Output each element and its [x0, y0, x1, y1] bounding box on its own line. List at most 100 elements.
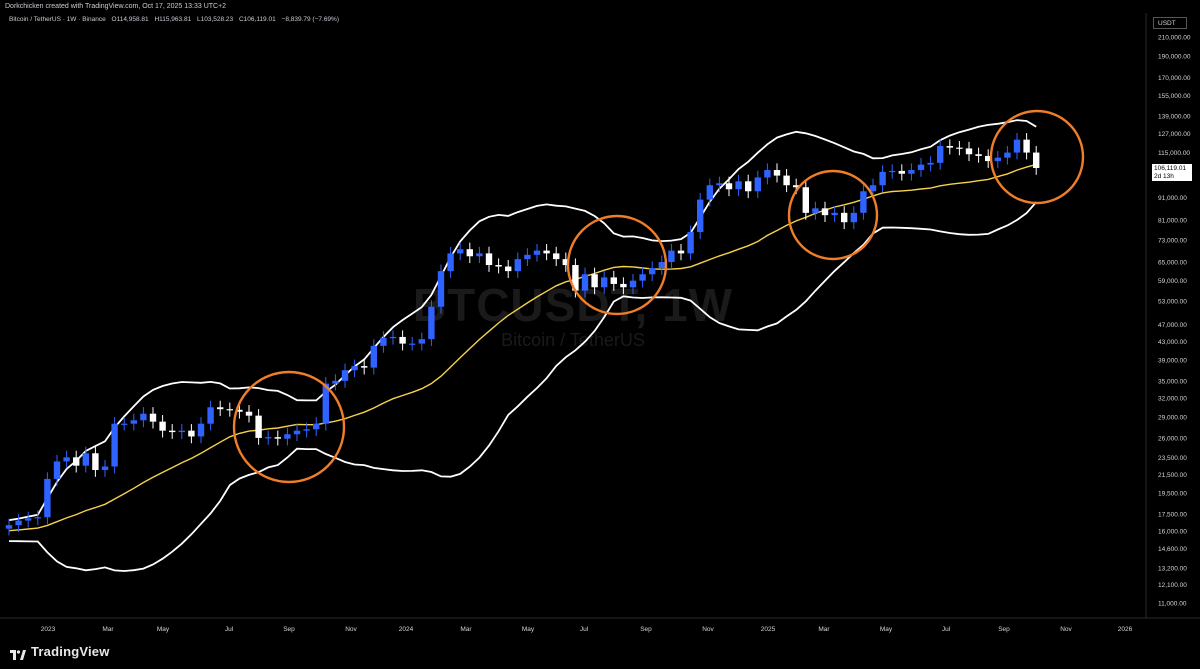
x-tick-label: Jul: [580, 626, 589, 633]
y-tick-label: 17,500.00: [1158, 511, 1187, 518]
candle-body: [370, 345, 377, 368]
y-tick-label: 29,000.00: [1158, 414, 1187, 421]
candle-body: [668, 250, 675, 263]
candle-body: [994, 157, 1001, 162]
x-tick-label: Sep: [640, 626, 652, 633]
x-tick-label: 2025: [761, 626, 776, 633]
candle-body: [485, 253, 493, 266]
candle-body: [207, 407, 214, 424]
candle-body: [841, 212, 848, 223]
candle-body: [533, 250, 541, 255]
x-tick-label: Nov: [1060, 626, 1072, 633]
candle-body: [591, 274, 598, 288]
candle-body: [764, 170, 771, 178]
candle-body: [917, 164, 925, 171]
candle-body: [457, 249, 464, 254]
candle-body: [706, 185, 713, 200]
candle-body: [92, 453, 99, 470]
candle-body: [25, 518, 32, 521]
candle-body: [361, 366, 368, 368]
candle-body: [620, 283, 627, 288]
candle-body: [639, 274, 646, 281]
candle-body: [879, 171, 886, 186]
candle-body: [629, 280, 637, 288]
y-tick-label: 26,000.00: [1158, 435, 1187, 442]
x-tick-label: Mar: [460, 626, 472, 633]
y-tick-label: 11,000.00: [1158, 601, 1187, 608]
y-tick-label: 127,000.00: [1158, 131, 1191, 138]
y-tick-label: 59,000.00: [1158, 278, 1187, 285]
x-tick-label: 2024: [399, 626, 414, 633]
y-tick-label: 91,000.00: [1158, 195, 1187, 202]
currency-label[interactable]: USDT: [1153, 17, 1187, 29]
y-tick-label: 65,000.00: [1158, 260, 1187, 267]
candle-body: [773, 170, 781, 176]
x-tick-label: Mar: [102, 626, 114, 633]
candle-body: [332, 380, 339, 384]
candle-body: [649, 268, 656, 275]
candle-body: [111, 423, 118, 467]
candle-body: [783, 175, 790, 186]
y-tick-label: 53,000.00: [1158, 299, 1187, 306]
candle-body: [284, 434, 291, 439]
candle-body: [73, 457, 80, 466]
x-tick-label: May: [880, 626, 893, 633]
candle-body: [169, 430, 176, 433]
y-tick-label: 81,000.00: [1158, 217, 1187, 224]
x-tick-label: 2023: [41, 626, 56, 633]
candle-body: [399, 336, 406, 344]
bar-countdown: 2d 13h: [1154, 173, 1174, 180]
tradingview-logo[interactable]: TradingView: [10, 644, 110, 660]
candle-body: [514, 259, 521, 272]
x-tick-label: Jul: [225, 626, 234, 633]
candle-body: [1033, 152, 1040, 168]
candle-body: [255, 415, 262, 438]
candle-body: [831, 212, 838, 216]
candle-body: [437, 271, 445, 307]
candle-body: [121, 423, 128, 425]
last-price: 106,119.01: [1154, 165, 1187, 172]
y-tick-label: 73,000.00: [1158, 237, 1187, 244]
candle-body: [725, 183, 733, 190]
candle-body: [956, 147, 963, 149]
y-tick-label: 115,000.00: [1158, 150, 1190, 157]
candle-body: [937, 146, 944, 163]
candle-body: [812, 208, 819, 213]
candle-body: [5, 525, 13, 529]
candle-body: [553, 253, 560, 260]
candle-body: [149, 413, 157, 422]
candle-body: [677, 250, 685, 254]
candle-body: [217, 407, 224, 410]
x-tick-label: Sep: [998, 626, 1010, 633]
candle-body: [495, 265, 502, 267]
candle-body: [53, 461, 61, 479]
candle-body: [476, 253, 483, 257]
highlight-circle: [232, 370, 346, 484]
candle-body: [745, 181, 752, 192]
candle-body: [975, 154, 982, 156]
y-tick-label: 21,500.00: [1158, 472, 1187, 479]
bottom-bar: [0, 637, 1200, 669]
candle-body: [15, 520, 22, 526]
tradingview-brand: TradingView: [31, 644, 110, 659]
candle-body: [265, 437, 272, 439]
candle-body: [716, 183, 723, 186]
candle-body: [466, 249, 473, 257]
candle-body: [898, 170, 905, 174]
candle-body: [927, 162, 934, 165]
candle-body: [850, 212, 857, 223]
candle-body: [610, 277, 617, 284]
y-tick-label: 13,200.00: [1158, 566, 1187, 573]
candle-body: [505, 266, 512, 272]
candle-body: [101, 466, 109, 470]
price-chart[interactable]: 210,000.00 190,000.00 170,000.00 155,000.00…: [0, 0, 1200, 637]
y-tick-label: 32,000.00: [1158, 396, 1187, 403]
candle-body: [889, 170, 896, 173]
x-tick-label: May: [522, 626, 535, 633]
candle-body: [428, 306, 435, 340]
x-tick-label: Nov: [702, 626, 714, 633]
x-tick-label: Nov: [345, 626, 357, 633]
candle-body: [418, 339, 425, 344]
candle-body: [245, 411, 253, 416]
candle-body: [303, 429, 310, 431]
